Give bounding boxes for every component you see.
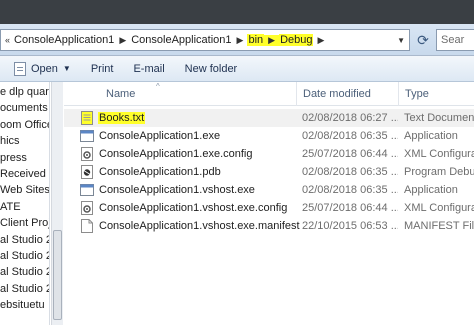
nav-scrollbar[interactable]: [51, 82, 63, 325]
file-name: ConsoleApplication1.vshost.exe.manifest: [99, 220, 300, 232]
print-button-label: Print: [90, 62, 114, 75]
manifest-icon: [80, 219, 94, 233]
file-list: ^ Name Date modified Type Books.txt 02/0…: [64, 82, 474, 325]
chevron-down-icon[interactable]: ▼: [63, 64, 71, 73]
address-dropdown-icon[interactable]: ▼: [397, 36, 405, 45]
chevron-left-icon[interactable]: «: [5, 35, 10, 45]
address-bar-row: « ConsoleApplication1 ▶ ConsoleApplicati…: [0, 24, 474, 56]
nav-item[interactable]: al Studio 20: [0, 232, 49, 248]
file-name: ConsoleApplication1.vshost.exe: [99, 184, 255, 196]
sort-arrow-icon: ^: [156, 82, 160, 91]
nav-item[interactable]: press: [0, 150, 49, 166]
column-header-type[interactable]: Type: [398, 82, 474, 106]
file-row[interactable]: Books.txt 02/08/2018 06:27 ... Text Docu…: [64, 109, 474, 127]
exe-icon: [80, 129, 94, 143]
file-date: 25/07/2018 06:44 ...: [302, 202, 398, 214]
breadcrumb-separator-icon[interactable]: ▶: [264, 34, 280, 46]
file-row[interactable]: ConsoleApplication1.vshost.exe.config 25…: [64, 199, 474, 217]
document-icon: [14, 61, 26, 76]
command-bar: Open ▼ Print E-mail New folder: [0, 56, 474, 82]
refresh-button[interactable]: ⟳: [413, 29, 433, 51]
file-date: 02/08/2018 06:27 ...: [302, 112, 398, 124]
file-name: ConsoleApplication1.pdb: [99, 166, 221, 178]
file-name: ConsoleApplication1.exe.config: [99, 148, 253, 160]
breadcrumb-project[interactable]: ConsoleApplication1: [13, 34, 115, 46]
search-placeholder: Sear: [441, 34, 465, 46]
nav-item[interactable]: Received Fi: [0, 166, 49, 182]
window-top-strip: [0, 0, 474, 24]
email-button-label: E-mail: [133, 62, 165, 75]
exe-icon: [80, 183, 94, 197]
file-type: Program Debug: [404, 166, 474, 178]
refresh-icon: ⟳: [417, 31, 429, 48]
breadcrumb-separator-icon[interactable]: ▶: [313, 35, 328, 46]
open-button-label: Open: [31, 62, 58, 75]
file-type: XML Configuration: [404, 148, 474, 160]
column-type-label: Type: [405, 88, 429, 100]
nav-item[interactable]: al Studio 20: [0, 264, 49, 280]
pdb-icon: [80, 165, 94, 179]
breadcrumb-project-folder[interactable]: ConsoleApplication1: [130, 34, 232, 46]
file-date: 25/07/2018 06:44 ...: [302, 148, 398, 160]
breadcrumb-separator-icon[interactable]: ▶: [115, 35, 130, 46]
new-folder-button-label: New folder: [184, 62, 238, 75]
file-name: ConsoleApplication1.exe: [99, 130, 221, 142]
print-button[interactable]: Print: [81, 58, 124, 80]
text-file-icon: [80, 111, 94, 125]
breadcrumb-separator-icon[interactable]: ▶: [233, 35, 248, 46]
file-type: Text Document: [404, 112, 474, 124]
column-header-name[interactable]: ^ Name: [64, 82, 296, 106]
nav-item[interactable]: hics: [0, 133, 49, 149]
file-type: Application: [404, 184, 458, 196]
breadcrumb-debug[interactable]: Debug: [279, 34, 314, 46]
nav-item[interactable]: Web Sites: [0, 182, 49, 198]
navigation-pane: e dlp quar ocuments oom Office hics pres…: [0, 82, 50, 325]
nav-item[interactable]: ATE: [0, 199, 49, 215]
file-date: 02/08/2018 06:35 ...: [302, 130, 398, 142]
file-date: 02/08/2018 06:35 ...: [302, 184, 398, 196]
search-input[interactable]: Sear: [436, 29, 474, 51]
nav-item[interactable]: al Studio 20: [0, 248, 49, 264]
file-row[interactable]: ConsoleApplication1.exe.config 25/07/201…: [64, 145, 474, 163]
address-bar[interactable]: « ConsoleApplication1 ▶ ConsoleApplicati…: [0, 29, 410, 51]
open-button[interactable]: Open ▼: [0, 58, 81, 80]
file-type: Application: [404, 130, 458, 142]
column-date-label: Date modified: [303, 88, 371, 100]
email-button[interactable]: E-mail: [123, 58, 174, 80]
scrollbar-thumb[interactable]: [53, 230, 62, 320]
file-type: MANIFEST File: [404, 220, 474, 232]
file-name: Books.txt: [98, 112, 146, 124]
nav-item[interactable]: al Studio 20: [0, 281, 49, 297]
column-header-row: ^ Name Date modified Type: [64, 82, 474, 106]
file-date: 02/08/2018 06:35 ...: [302, 166, 398, 178]
file-row[interactable]: ConsoleApplication1.vshost.exe.manifest …: [64, 217, 474, 235]
nav-item[interactable]: ebsituetu: [0, 297, 49, 313]
file-type: XML Configuration: [404, 202, 474, 214]
config-icon: [80, 147, 94, 161]
file-row[interactable]: ConsoleApplication1.exe 02/08/2018 06:35…: [64, 127, 474, 145]
file-date: 22/10/2015 06:53 ...: [302, 220, 398, 232]
nav-item[interactable]: ocuments: [0, 100, 49, 116]
file-row[interactable]: ConsoleApplication1.pdb 02/08/2018 06:35…: [64, 163, 474, 181]
file-name: ConsoleApplication1.vshost.exe.config: [99, 202, 288, 214]
nav-item[interactable]: e dlp quar: [0, 84, 49, 100]
new-folder-button[interactable]: New folder: [175, 58, 248, 80]
file-row[interactable]: ConsoleApplication1.vshost.exe 02/08/201…: [64, 181, 474, 199]
nav-item[interactable]: Client Proj: [0, 215, 49, 231]
column-header-date[interactable]: Date modified: [296, 82, 398, 106]
config-icon: [80, 201, 94, 215]
breadcrumb-bin[interactable]: bin: [247, 34, 265, 46]
nav-item[interactable]: oom Office: [0, 117, 49, 133]
column-name-label: Name: [106, 88, 136, 100]
